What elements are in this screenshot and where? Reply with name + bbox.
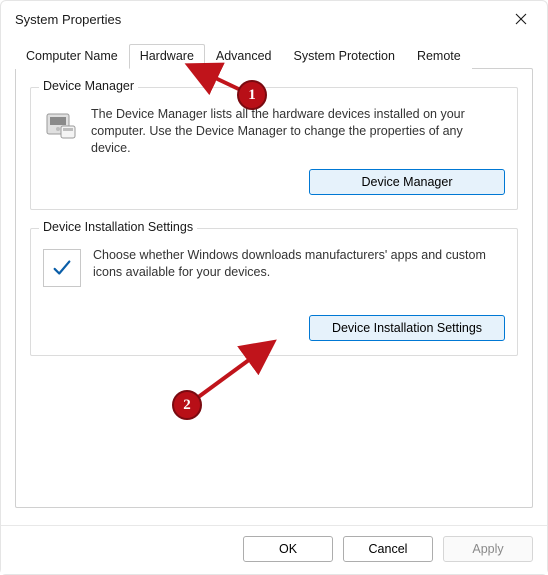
device-installation-description: Choose whether Windows downloads manufac…	[93, 247, 505, 287]
checkmark-icon	[43, 249, 81, 287]
device-manager-group: Device Manager The Device Manager lists …	[30, 87, 518, 210]
device-installation-legend: Device Installation Settings	[39, 220, 197, 234]
tab-advanced[interactable]: Advanced	[205, 44, 283, 69]
device-installation-settings-button[interactable]: Device Installation Settings	[309, 315, 505, 341]
window-title: System Properties	[15, 12, 121, 27]
tab-hardware[interactable]: Hardware	[129, 44, 205, 69]
dialog-footer: OK Cancel Apply	[1, 525, 547, 574]
dialog-content: Computer Name Hardware Advanced System P…	[1, 37, 547, 525]
device-installation-group: Device Installation Settings Choose whet…	[30, 228, 518, 356]
device-manager-legend: Device Manager	[39, 79, 138, 93]
tab-panel-hardware: Device Manager The Device Manager lists …	[15, 68, 533, 508]
system-properties-dialog: System Properties Computer Name Hardware…	[0, 0, 548, 575]
device-manager-icon	[43, 108, 79, 144]
device-manager-description: The Device Manager lists all the hardwar…	[91, 106, 505, 157]
apply-button: Apply	[443, 536, 533, 562]
cancel-button[interactable]: Cancel	[343, 536, 433, 562]
device-manager-button[interactable]: Device Manager	[309, 169, 505, 195]
tab-system-protection[interactable]: System Protection	[283, 44, 406, 69]
tab-remote[interactable]: Remote	[406, 44, 472, 69]
close-icon	[515, 13, 527, 25]
close-button[interactable]	[501, 4, 541, 34]
ok-button[interactable]: OK	[243, 536, 333, 562]
tab-computer-name[interactable]: Computer Name	[15, 44, 129, 69]
titlebar: System Properties	[1, 1, 547, 37]
tabstrip: Computer Name Hardware Advanced System P…	[15, 43, 533, 68]
